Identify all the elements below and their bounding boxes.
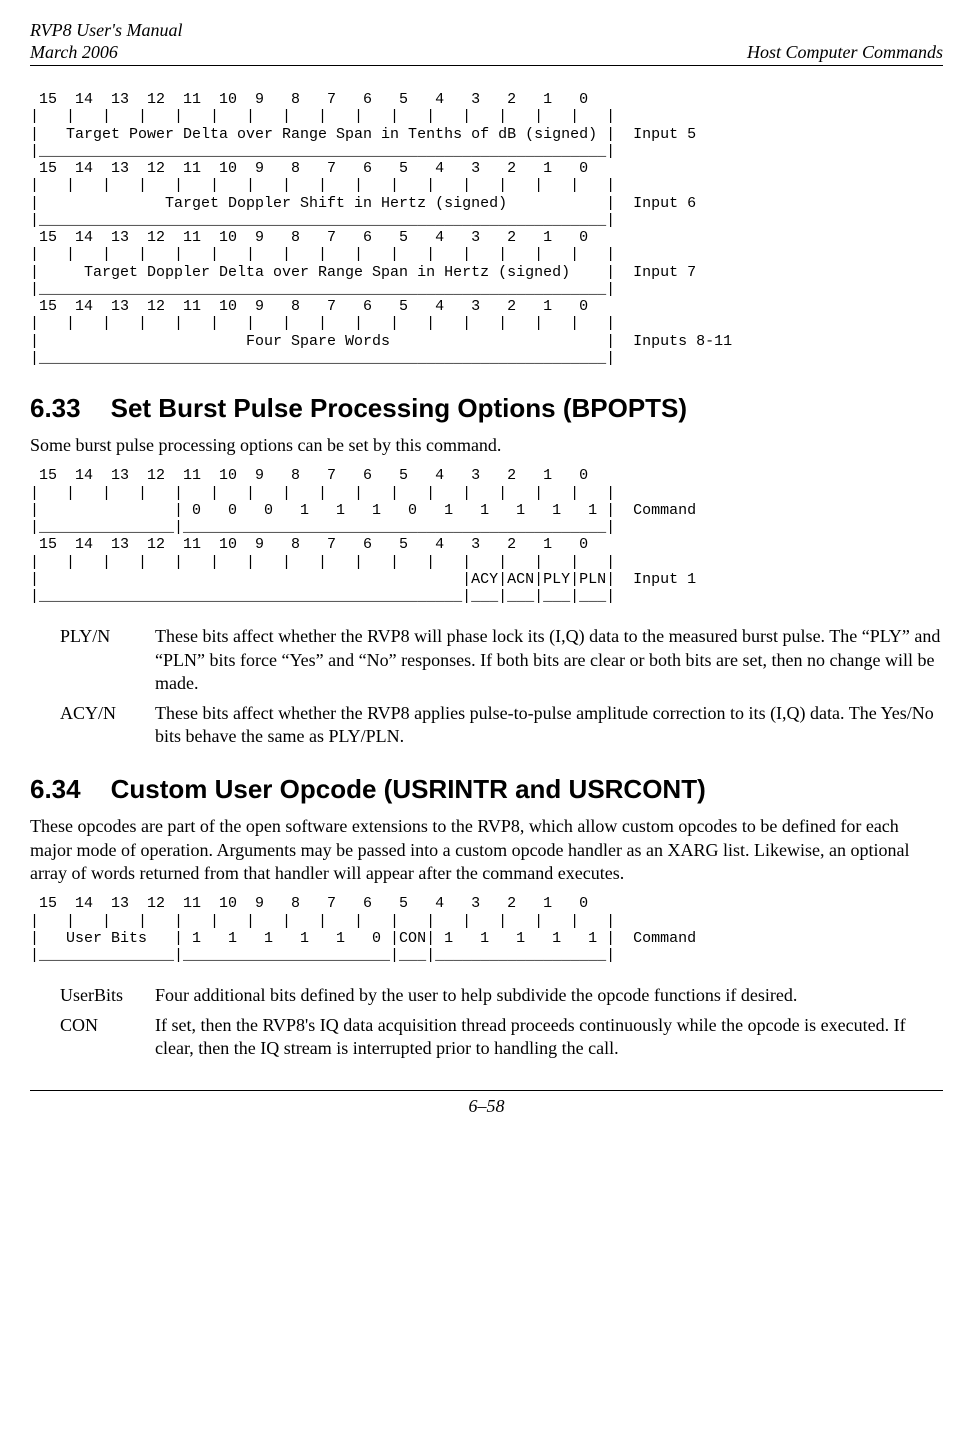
definition-term: ACY/N	[60, 702, 155, 749]
section-number: 6.34	[30, 774, 81, 804]
definition-term: UserBits	[60, 984, 155, 1007]
chapter-title: Host Computer Commands	[747, 42, 943, 64]
page-header: RVP8 User's Manual March 2006 Host Compu…	[30, 20, 943, 66]
section-number: 6.33	[30, 393, 81, 423]
section-heading-633: 6.33 Set Burst Pulse Processing Options (…	[30, 392, 943, 426]
section-634-intro: These opcodes are part of the open softw…	[30, 815, 943, 885]
bit-diagram-inputs: 15 14 13 12 11 10 9 8 7 6 5 4 3 2 1 0 | …	[30, 91, 943, 367]
bit-diagram-bpopts: 15 14 13 12 11 10 9 8 7 6 5 4 3 2 1 0 | …	[30, 467, 943, 605]
manual-title: RVP8 User's Manual	[30, 20, 183, 42]
section-title: Custom User Opcode (USRINTR and USRCONT)	[111, 774, 706, 804]
definition-body: These bits affect whether the RVP8 appli…	[155, 702, 943, 749]
header-left: RVP8 User's Manual March 2006	[30, 20, 183, 63]
definition-row: PLY/N These bits affect whether the RVP8…	[60, 625, 943, 695]
definition-row: CON If set, then the RVP8's IQ data acqu…	[60, 1014, 943, 1061]
header-right: Host Computer Commands	[747, 20, 943, 63]
definition-body: If set, then the RVP8's IQ data acquisit…	[155, 1014, 943, 1061]
bit-diagram-usr: 15 14 13 12 11 10 9 8 7 6 5 4 3 2 1 0 | …	[30, 895, 943, 964]
manual-date: March 2006	[30, 42, 183, 64]
page-number: 6–58	[469, 1096, 505, 1116]
definition-term: CON	[60, 1014, 155, 1061]
section-633-intro: Some burst pulse processing options can …	[30, 434, 943, 457]
section-title: Set Burst Pulse Processing Options (BPOP…	[111, 393, 687, 423]
definition-body: These bits affect whether the RVP8 will …	[155, 625, 943, 695]
definition-body: Four additional bits defined by the user…	[155, 984, 943, 1007]
section-heading-634: 6.34 Custom User Opcode (USRINTR and USRC…	[30, 773, 943, 807]
definition-row: UserBits Four additional bits defined by…	[60, 984, 943, 1007]
page-footer: 6–58	[30, 1090, 943, 1118]
definition-term: PLY/N	[60, 625, 155, 695]
definition-row: ACY/N These bits affect whether the RVP8…	[60, 702, 943, 749]
